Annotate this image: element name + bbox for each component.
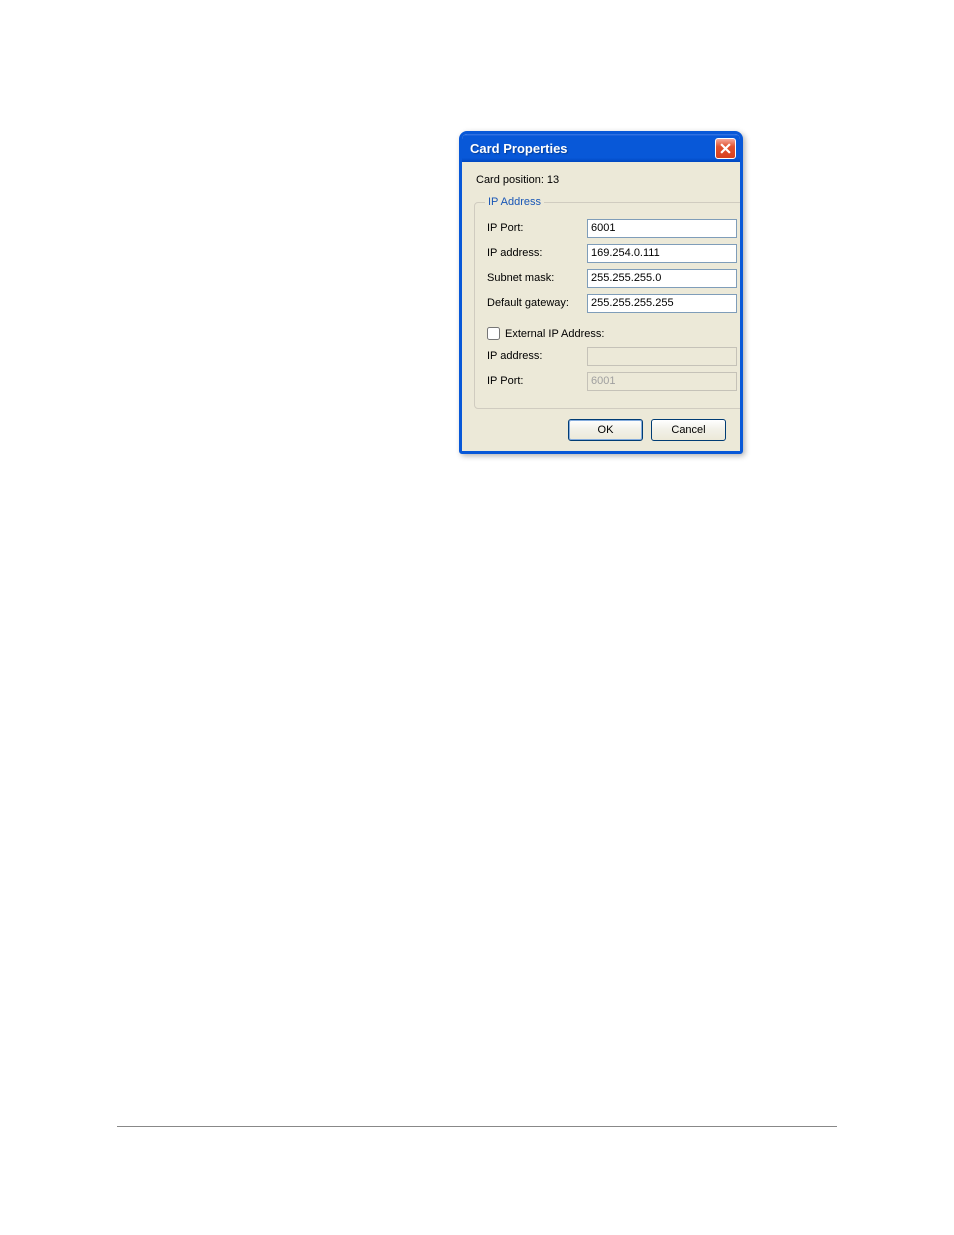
ip-address-input[interactable] bbox=[587, 244, 737, 263]
default-gateway-label: Default gateway: bbox=[485, 297, 587, 309]
subnet-mask-label: Subnet mask: bbox=[485, 272, 587, 284]
external-ip-checkbox-label: External IP Address: bbox=[505, 328, 604, 340]
subnet-mask-input[interactable] bbox=[587, 269, 737, 288]
titlebar[interactable]: Card Properties bbox=[462, 134, 740, 162]
external-ip-address-row: IP address: bbox=[485, 346, 737, 366]
subnet-mask-row: Subnet mask: bbox=[485, 268, 737, 288]
ip-address-label: IP address: bbox=[485, 247, 587, 259]
cancel-button[interactable]: Cancel bbox=[651, 419, 726, 441]
external-ip-checkbox[interactable] bbox=[487, 327, 500, 340]
button-row: OK Cancel bbox=[474, 419, 728, 441]
external-ip-checkbox-row: External IP Address: bbox=[485, 327, 737, 340]
close-button[interactable] bbox=[715, 138, 736, 159]
external-ip-port-row: IP Port: bbox=[485, 371, 737, 391]
dialog-body: Card position: 13 IP Address IP Port: IP… bbox=[462, 162, 740, 451]
ip-address-groupbox: IP Address IP Port: IP address: Subnet m… bbox=[474, 196, 743, 409]
default-gateway-row: Default gateway: bbox=[485, 293, 737, 313]
card-properties-dialog: Card Properties Card position: 13 IP Add… bbox=[459, 131, 743, 454]
ip-port-label: IP Port: bbox=[485, 222, 587, 234]
ip-port-input[interactable] bbox=[587, 219, 737, 238]
close-icon bbox=[720, 143, 731, 154]
external-ip-address-label: IP address: bbox=[485, 350, 587, 362]
ip-port-row: IP Port: bbox=[485, 218, 737, 238]
dialog-title: Card Properties bbox=[470, 141, 568, 156]
ok-button[interactable]: OK bbox=[568, 419, 643, 441]
external-ip-address-input bbox=[587, 347, 737, 366]
page-divider bbox=[117, 1126, 837, 1127]
card-position-label: Card position: 13 bbox=[474, 174, 728, 186]
ip-address-row: IP address: bbox=[485, 243, 737, 263]
default-gateway-input[interactable] bbox=[587, 294, 737, 313]
ip-address-legend: IP Address bbox=[485, 196, 544, 208]
external-ip-port-input bbox=[587, 372, 737, 391]
external-ip-port-label: IP Port: bbox=[485, 375, 587, 387]
